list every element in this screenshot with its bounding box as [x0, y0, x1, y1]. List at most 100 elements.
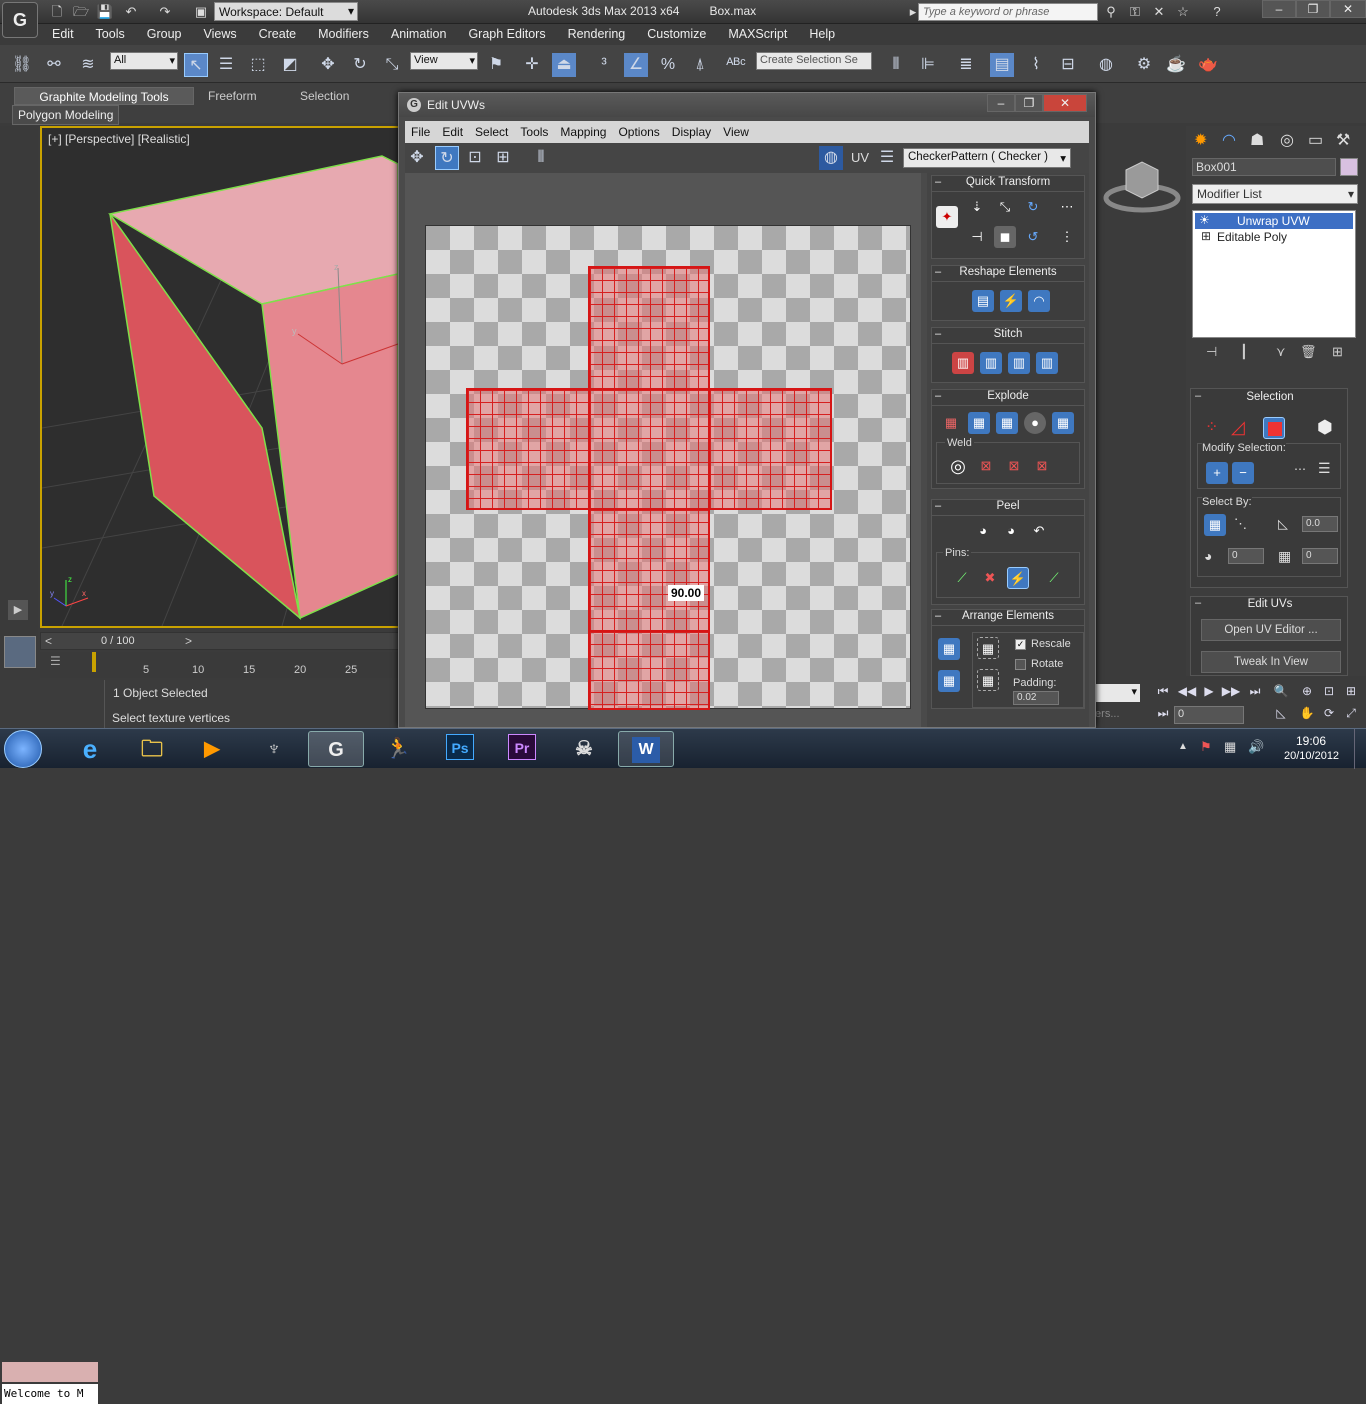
word-icon[interactable]: W	[618, 731, 674, 767]
select-by-element-icon[interactable]: ▦	[1204, 514, 1226, 536]
uv-menu-edit[interactable]: Edit	[436, 121, 469, 139]
move-icon[interactable]: ✥	[316, 53, 340, 77]
key-mode-icon[interactable]: ⏭	[1152, 706, 1174, 722]
configure-sets-icon[interactable]: ⊞	[1332, 344, 1343, 360]
maxscript-mini-input[interactable]: Welcome to M	[2, 1384, 98, 1404]
relax-icon[interactable]: ⚡	[1000, 290, 1022, 312]
select-by-name-icon[interactable]: ☰	[214, 53, 238, 77]
key-icon[interactable]: ⚿	[1126, 3, 1144, 21]
utilities-tab-icon[interactable]: ⚒	[1336, 130, 1350, 150]
key-filter-field[interactable]: ▾	[1092, 684, 1140, 702]
workspace-select[interactable]: Workspace: Default ▾	[214, 2, 358, 21]
next-frame-icon[interactable]: ▶▶	[1220, 684, 1242, 700]
rescale-checkbox[interactable]: ✓	[1015, 639, 1026, 650]
checker-texture[interactable]: 90.00	[425, 225, 911, 710]
uv-menu-mapping[interactable]: Mapping	[554, 121, 612, 139]
uv-options-icon[interactable]: ☰	[875, 146, 899, 170]
uv-face-bottom[interactable]	[588, 508, 710, 632]
motion-tab-icon[interactable]: ◎	[1280, 130, 1294, 150]
menu-graph-editors[interactable]: Graph Editors	[456, 24, 555, 41]
set-pivot-icon[interactable]: ✦	[936, 206, 958, 228]
uv-freeform-icon[interactable]: ⊞	[491, 146, 515, 170]
tab-graphite-modeling-tools[interactable]: Graphite Modeling Tools	[14, 87, 194, 105]
menu-create[interactable]: Create	[247, 24, 307, 41]
break-icon[interactable]: ▦	[940, 412, 962, 434]
tray-network-icon[interactable]: ▦	[1224, 739, 1236, 755]
open-file-icon[interactable]: 🗁	[72, 3, 90, 21]
uv-face-left[interactable]	[466, 388, 590, 510]
pin-icon[interactable]: ⟋	[951, 567, 973, 589]
uv-maximize-button[interactable]: ❐	[1015, 94, 1043, 112]
schematic-view-icon[interactable]: ⊟	[1056, 53, 1080, 77]
tab-freeform[interactable]: Freeform	[200, 87, 265, 105]
start-button[interactable]	[4, 730, 42, 768]
tweak-in-view-button[interactable]: Tweak In View	[1201, 651, 1341, 673]
zoom-extents-icon[interactable]: ⊡	[1318, 684, 1340, 700]
planar-angle-spinner[interactable]: 0.0	[1302, 516, 1338, 532]
weld-threshold-icon[interactable]: ⊠	[1003, 455, 1025, 477]
exchange-icon[interactable]: ✕	[1150, 3, 1168, 21]
tray-volume-icon[interactable]: 🔊	[1248, 739, 1264, 755]
uv-space-label[interactable]: UV	[851, 150, 869, 165]
arrange-elements-title[interactable]: Arrange Elements	[932, 610, 1084, 626]
time-prev-icon[interactable]: <	[45, 634, 52, 648]
unpin-icon[interactable]: ✖	[979, 567, 1001, 589]
uv-editor-canvas[interactable]: 90.00	[405, 173, 921, 727]
align-vertical-icon[interactable]: ⇣	[966, 196, 988, 218]
project-folder-icon[interactable]: ▣	[192, 3, 210, 21]
zoom-extents-all-icon[interactable]: ⊞	[1340, 684, 1362, 700]
quick-transform-title[interactable]: Quick Transform	[932, 176, 1084, 192]
lightbulb-icon[interactable]: ☀	[1199, 213, 1210, 227]
zoom-all-icon[interactable]: ⊕	[1296, 684, 1318, 700]
rotate-cw-icon[interactable]: ↻	[1022, 196, 1044, 218]
time-next-icon[interactable]: >	[185, 634, 192, 648]
flatten-by-material-icon[interactable]: ●	[1024, 412, 1046, 434]
keyboard-shortcut-icon[interactable]: ⏏	[552, 53, 576, 77]
layer-manager-icon[interactable]: ≣	[954, 53, 978, 77]
object-color-swatch[interactable]	[1340, 158, 1358, 176]
keyword-search-input[interactable]: Type a keyword or phrase	[918, 3, 1098, 21]
object-name-field[interactable]: Box001	[1192, 158, 1336, 176]
spinner-snap-icon[interactable]: ⍋	[688, 53, 712, 77]
circle-icon[interactable]: ◠	[1028, 290, 1050, 312]
peel-title[interactable]: Peel	[932, 500, 1084, 516]
pin-stack-icon[interactable]: ⊣	[1206, 344, 1217, 360]
3dsmax-taskbar-icon[interactable]: G	[308, 731, 364, 767]
reshape-elements-title[interactable]: Reshape Elements	[932, 266, 1084, 282]
perspective-viewport[interactable]: [+] [Perspective] [Realistic] z y z x y	[40, 126, 400, 628]
file-explorer-icon[interactable]: 🗀	[124, 731, 180, 767]
uv-face-center[interactable]	[588, 388, 710, 510]
uv-rotate-icon[interactable]: ↻	[435, 146, 459, 170]
padding-spinner[interactable]: 0.02	[1013, 691, 1059, 705]
graphite-toggle-icon[interactable]: ▤	[990, 53, 1014, 77]
skull-app-icon[interactable]: ☠	[556, 731, 612, 767]
goto-start-icon[interactable]: ⏮	[1152, 684, 1174, 700]
explode-title[interactable]: Explode	[932, 390, 1084, 406]
uv-menu-options[interactable]: Options	[612, 121, 665, 139]
pivot-center-icon[interactable]: ⚑	[484, 53, 508, 77]
uv-menu-file[interactable]: File	[405, 121, 436, 139]
clock-date[interactable]: 20/10/2012	[1284, 750, 1339, 762]
uv-mirror-icon[interactable]: ⫴	[529, 146, 553, 170]
menu-edit[interactable]: Edit	[40, 24, 84, 41]
uv-face-right[interactable]	[708, 388, 832, 510]
uv-show-map-icon[interactable]: ◍	[819, 146, 843, 170]
layer-swatch[interactable]	[4, 636, 36, 668]
peel-mode-icon[interactable]: ◕	[1000, 520, 1022, 542]
menu-help[interactable]: Help	[797, 24, 845, 41]
runner-app-icon[interactable]: 🏃	[370, 731, 426, 767]
new-file-icon[interactable]: 🗋	[48, 3, 66, 21]
texture-select[interactable]: CheckerPattern ( Checker ) ▾	[903, 148, 1071, 168]
uv-menu-tools[interactable]: Tools	[514, 121, 554, 139]
rectangle-region-icon[interactable]: ⬚	[246, 53, 270, 77]
mirror-icon[interactable]: ⫴	[884, 53, 908, 77]
planar-angle-icon[interactable]: ◺	[1278, 516, 1288, 532]
rendered-frame-icon[interactable]: ☕	[1164, 53, 1188, 77]
ring-icon[interactable]: ☰	[1318, 460, 1331, 477]
snap-toggle-icon[interactable]: ³	[592, 53, 616, 77]
pan-icon[interactable]: ✋	[1296, 706, 1318, 722]
face-mode-icon[interactable]	[1263, 417, 1285, 439]
pack-together-icon[interactable]: ▦	[977, 637, 999, 659]
material-editor-icon[interactable]: ◍	[1094, 53, 1118, 77]
named-selection-select[interactable]: Create Selection Se	[756, 52, 872, 70]
